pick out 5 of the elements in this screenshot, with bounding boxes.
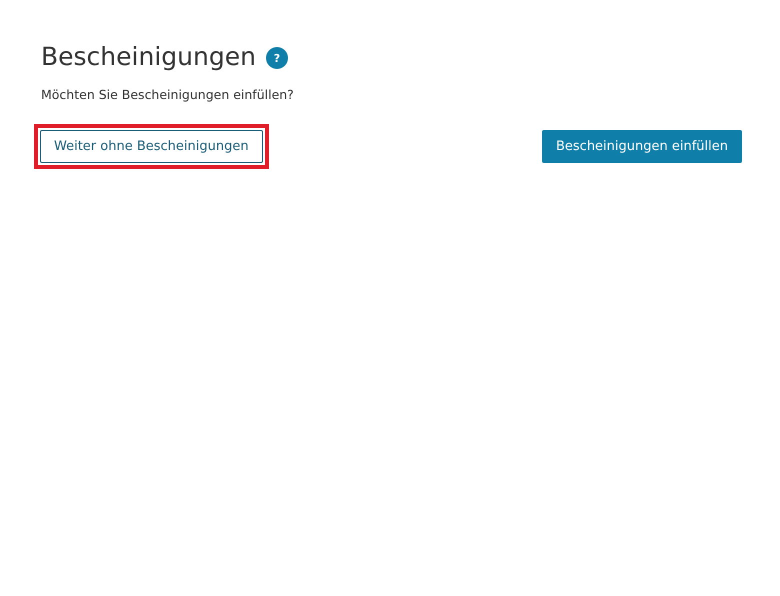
- help-icon[interactable]: ?: [266, 47, 288, 69]
- page-title: Bescheinigungen: [41, 42, 256, 71]
- button[interactable]: Bescheinigungen einfüllen: [542, 130, 742, 163]
- question-text: Möchten Sie Bescheinigungen einfüllen?: [41, 87, 295, 102]
- button[interactable]: Weiter ohne Bescheinigungen: [40, 130, 263, 163]
